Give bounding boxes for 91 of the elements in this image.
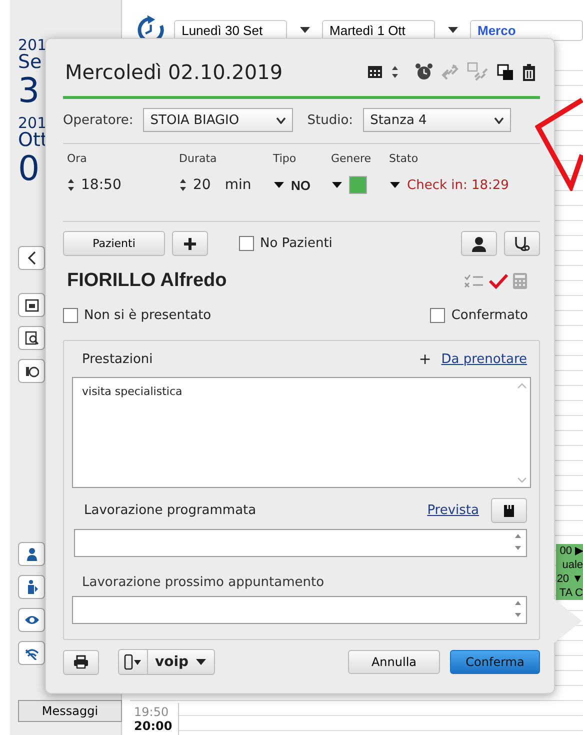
time-label: 19:50 — [134, 705, 170, 719]
cancel-button[interactable]: Annulla — [348, 650, 440, 674]
day-label: 0 — [18, 152, 40, 186]
checkbox[interactable] — [63, 308, 78, 323]
spinner-icon[interactable] — [179, 178, 187, 192]
alarm-clock-icon[interactable] — [415, 63, 433, 81]
person-icon — [24, 547, 38, 561]
checkbox[interactable] — [239, 236, 254, 251]
caret-icon[interactable] — [331, 181, 343, 189]
sort-icon[interactable] — [391, 65, 399, 79]
save-button[interactable] — [491, 498, 527, 523]
messages-button[interactable]: Messaggi — [18, 700, 122, 722]
caret-icon — [194, 658, 207, 666]
printer-icon — [73, 655, 89, 669]
person-button[interactable] — [18, 542, 45, 566]
chevron-left-icon — [26, 251, 36, 265]
trash-icon[interactable] — [522, 64, 536, 80]
wireless-icon — [24, 646, 40, 660]
studio-select[interactable]: Stanza 4 — [363, 108, 512, 132]
field-value[interactable]: 20 — [193, 177, 211, 193]
eye-icon — [24, 614, 40, 626]
dialog-title: Mercoledì 02.10.2019 — [65, 60, 283, 84]
unit-label: min — [224, 177, 252, 193]
back-button[interactable] — [18, 246, 45, 270]
search-icon — [24, 331, 38, 345]
field-label: Tipo — [273, 152, 298, 165]
patient-button[interactable] — [461, 231, 497, 256]
year-label: 201 — [18, 38, 47, 53]
doctor-button[interactable] — [504, 231, 540, 256]
type-value: NO — [291, 178, 310, 192]
field-label: Genere — [331, 152, 372, 165]
spinner-icon — [514, 599, 522, 619]
field-label: Ora — [67, 152, 88, 165]
caret-icon[interactable] — [389, 181, 401, 189]
checklist-icon[interactable] — [464, 273, 484, 289]
appointment-text: 20 ▼ — [556, 572, 583, 586]
confirm-button[interactable]: Conferma — [450, 650, 540, 674]
chevron-down-icon — [276, 116, 286, 124]
book-link[interactable]: Da prenotare — [441, 352, 527, 366]
copy-icon[interactable] — [497, 64, 514, 80]
voip-label: voip — [155, 654, 189, 670]
next-appointment-field[interactable] — [72, 596, 527, 624]
walk-in-button[interactable] — [18, 575, 45, 599]
planned-link[interactable]: Prevista — [427, 503, 479, 518]
calendar-button[interactable] — [18, 293, 45, 317]
planned-label: Lavorazione programmata — [84, 503, 256, 518]
patients-button[interactable]: Pazienti — [63, 231, 165, 256]
caret-icon — [447, 26, 458, 34]
time-label: 20:00 — [134, 719, 174, 733]
studio-label: Studio: — [307, 112, 354, 128]
add-link[interactable]: + — [418, 350, 432, 368]
operator-select[interactable]: STOIA BIAGIO — [143, 108, 294, 132]
plus-icon — [183, 236, 197, 250]
appointment-text: TA C — [559, 586, 583, 600]
checkbox-label: No Pazienti — [260, 236, 332, 251]
checkmark-icon[interactable] — [488, 273, 508, 289]
day-label: 3 — [18, 74, 40, 108]
add-button[interactable] — [172, 231, 208, 256]
chevron-down-icon — [494, 116, 504, 124]
stethoscope-icon — [513, 236, 531, 252]
caret-icon — [299, 26, 310, 34]
floppy-icon — [503, 504, 515, 518]
phone-caret-icon — [124, 654, 142, 670]
checkbox[interactable] — [430, 308, 446, 323]
person-icon — [471, 236, 487, 252]
field-label: Stato — [389, 152, 420, 165]
patient-name: FIORILLO Alfredo — [67, 270, 227, 292]
services-textarea[interactable]: visita specialistica — [72, 377, 531, 488]
signal-button[interactable] — [18, 641, 45, 665]
services-label: Prestazioni — [82, 352, 153, 366]
next-appointment-label: Lavorazione prossimo appuntamento — [82, 575, 326, 590]
caret-icon[interactable] — [273, 181, 285, 189]
phone-selector[interactable]: voip — [118, 649, 215, 675]
year-label: 201 — [18, 116, 47, 131]
appointment-text: 00 ▶ — [560, 544, 583, 558]
print-button[interactable] — [63, 650, 99, 674]
field-value[interactable]: 18:50 — [81, 177, 122, 193]
status-value: Check in: 18:29 — [407, 178, 509, 192]
operator-label: Operatore: — [63, 112, 134, 128]
field-label: Durata — [179, 152, 218, 165]
planned-field[interactable] — [74, 529, 527, 557]
month-label: Se — [18, 53, 42, 72]
search-calendar-button[interactable] — [18, 326, 45, 350]
appointment-text: uale — [562, 558, 583, 572]
checkbox-label: Confermato — [451, 308, 528, 323]
spinner-icon[interactable] — [67, 178, 75, 192]
checkbox-label: Non si è presentato — [84, 308, 212, 323]
view-button[interactable] — [18, 608, 45, 632]
timer-button[interactable] — [18, 359, 45, 383]
color-swatch[interactable] — [349, 176, 367, 194]
spinner-icon — [514, 532, 522, 552]
